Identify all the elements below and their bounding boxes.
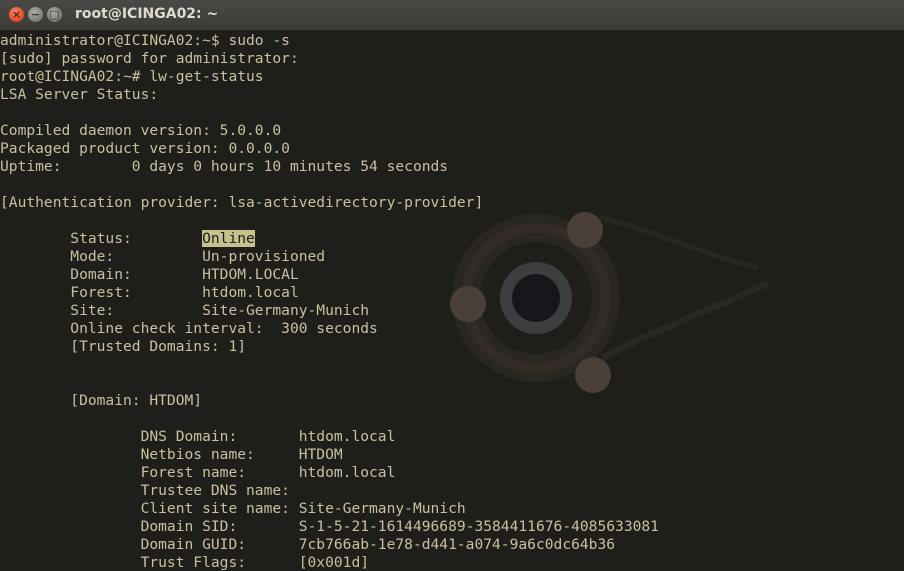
window-titlebar[interactable]: × − □ root@ICINGA02: ~ (0, 0, 904, 31)
terminal-line: Forest name: htdom.local (0, 464, 396, 481)
terminal-line: [Trusted Domains: 1] (0, 338, 247, 355)
terminal-line: Forest: htdom.local (0, 284, 299, 301)
terminal-area[interactable]: administrator@ICINGA02:~$ sudo -s [sudo] … (0, 30, 904, 571)
terminal-line: [Authentication provider: lsa-activedire… (0, 194, 484, 211)
maximize-window-button[interactable]: □ (47, 7, 62, 22)
terminal-line: Compiled daemon version: 5.0.0.0 (0, 122, 282, 139)
terminal-line: Client site name: Site-Germany-Munich (0, 500, 466, 517)
terminal-output: administrator@ICINGA02:~$ sudo -s [sudo] … (0, 32, 659, 571)
status-online-highlight: Online (202, 230, 255, 247)
terminal-line: [sudo] password for administrator: (0, 50, 299, 67)
terminal-line: Domain GUID: 7cb766ab-1e78-d441-a074-9a6… (0, 536, 616, 553)
close-window-button[interactable]: × (9, 7, 24, 22)
terminal-line: DNS Domain: htdom.local (0, 428, 396, 445)
terminal-line: Trustee DNS name: (0, 482, 290, 499)
terminal-line: Mode: Un-provisioned (0, 248, 326, 265)
terminal-line: root@ICINGA02:~# lw-get-status (0, 68, 264, 85)
window-title: root@ICINGA02: ~ (75, 6, 219, 22)
terminal-line: administrator@ICINGA02:~$ sudo -s (0, 32, 290, 49)
terminal-line: Trust Flags: [0x001d] (0, 554, 370, 571)
terminal-line: Uptime: 0 days 0 hours 10 minutes 54 sec… (0, 158, 449, 175)
minimize-window-button[interactable]: − (28, 7, 43, 22)
terminal-line: [Domain: HTDOM] (0, 392, 203, 409)
terminal-line: Domain: HTDOM.LOCAL (0, 266, 299, 283)
terminal-line: Packaged product version: 0.0.0.0 (0, 140, 290, 157)
terminal-line: LSA Server Status: (0, 86, 159, 103)
terminal-line: Online check interval: 300 seconds (0, 320, 378, 337)
terminal-line: Netbios name: HTDOM (0, 446, 343, 463)
terminal-line: Status: Online (0, 230, 255, 247)
terminal-line: Site: Site-Germany-Munich (0, 302, 370, 319)
terminal-line: Domain SID: S-1-5-21-1614496689-35844116… (0, 518, 659, 535)
